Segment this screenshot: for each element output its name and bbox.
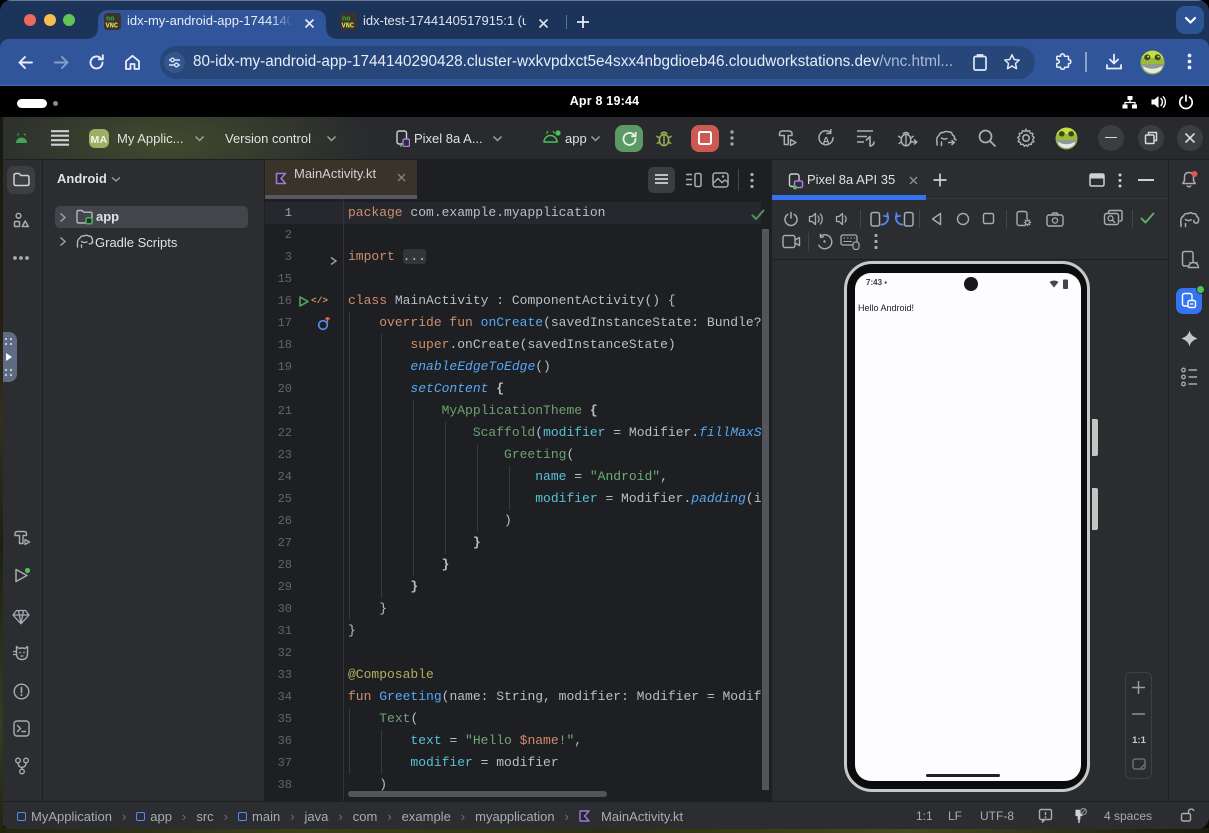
svg-text:A: A bbox=[823, 136, 830, 147]
svg-text:VNC: VNC bbox=[106, 23, 119, 31]
svg-text:VNC: VNC bbox=[342, 23, 355, 31]
